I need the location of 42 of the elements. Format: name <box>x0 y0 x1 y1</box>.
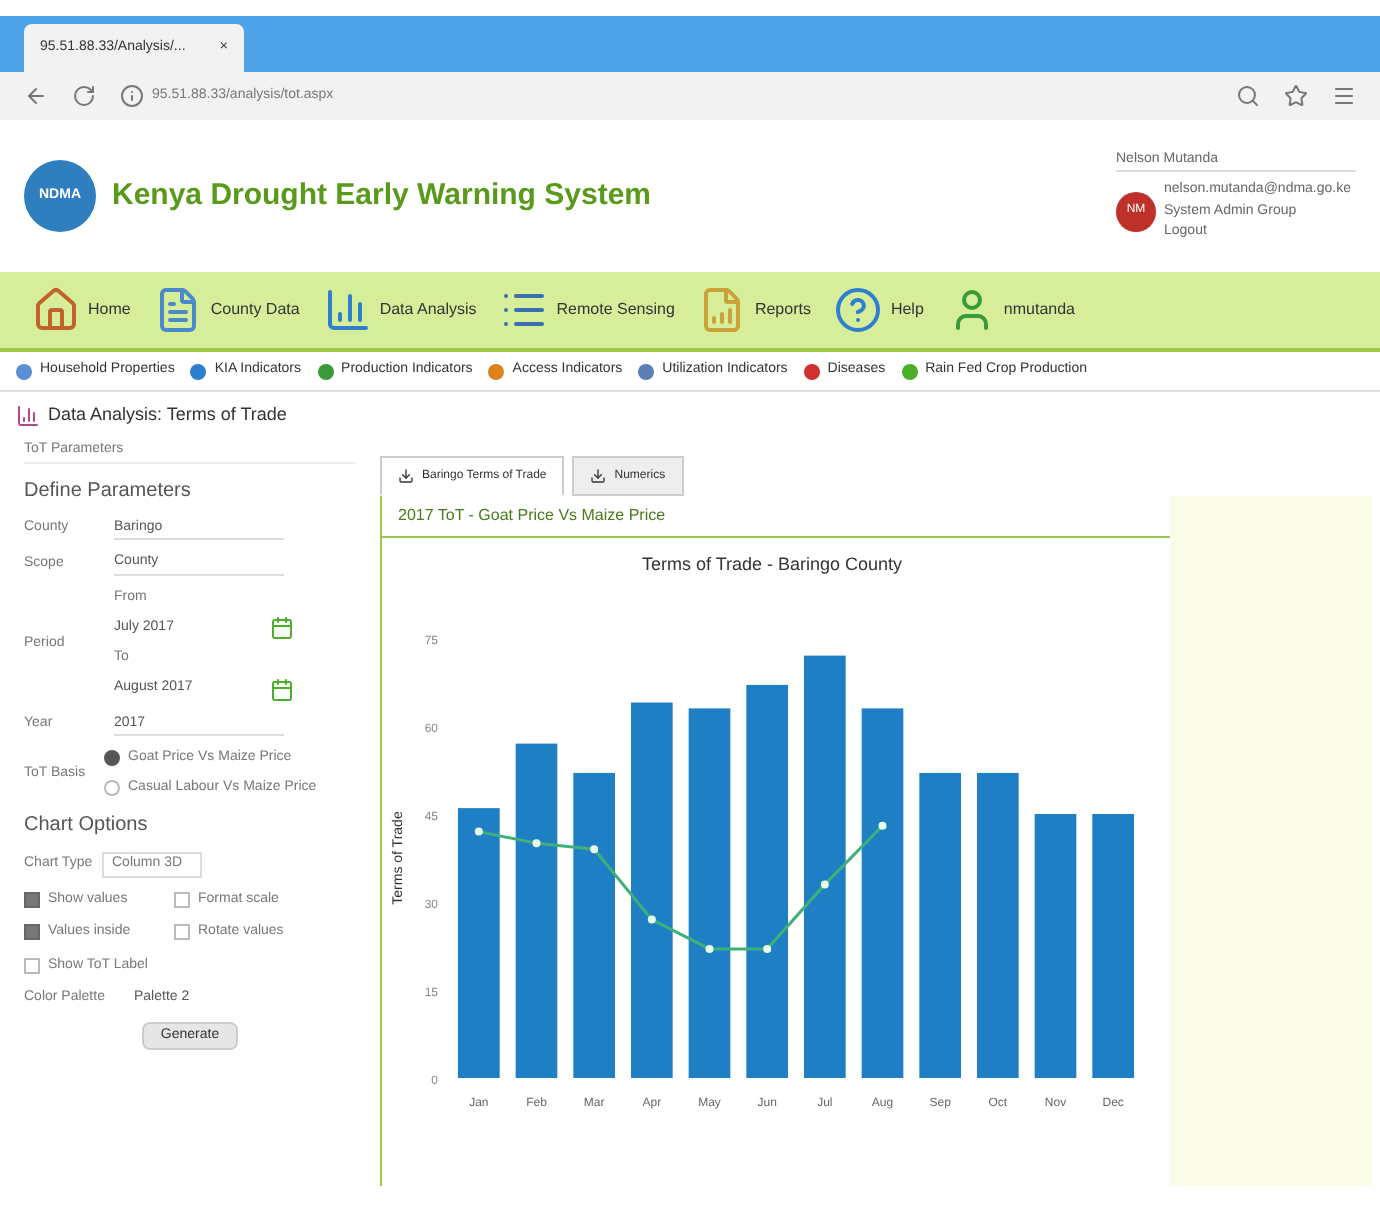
analysis-icon <box>16 404 40 428</box>
panel-title: 2017 ToT - Goat Price Vs Maize Price <box>382 496 1170 538</box>
site-title: Kenya Drought Early Warning System <box>112 175 652 216</box>
chart-title: Terms of Trade - Baringo County <box>641 554 903 574</box>
nav-item[interactable]: Reports <box>698 286 811 334</box>
star-icon[interactable] <box>1284 84 1308 108</box>
reload-icon[interactable] <box>72 84 96 108</box>
section-heading: Define Parameters <box>24 477 193 505</box>
info-icon <box>120 84 144 108</box>
data-point <box>705 944 714 953</box>
data-point <box>647 915 656 924</box>
menu-icon[interactable] <box>1332 84 1356 108</box>
help-icon <box>834 286 883 334</box>
search-icon[interactable] <box>1236 84 1260 108</box>
nav-item[interactable]: Home <box>32 286 131 334</box>
nav-item[interactable]: Help <box>834 286 924 334</box>
checkbox[interactable] <box>24 957 40 974</box>
tab-icon <box>590 468 607 484</box>
back-icon[interactable] <box>24 84 48 108</box>
nav-item[interactable]: Data Analysis <box>323 286 477 334</box>
nav-item[interactable]: nmutanda <box>947 286 1075 334</box>
checkbox[interactable] <box>174 924 190 941</box>
nav-item[interactable]: Remote Sensing <box>500 286 675 334</box>
checkbox[interactable] <box>24 891 40 908</box>
data-point <box>820 880 829 889</box>
calendar-icon[interactable] <box>270 616 294 640</box>
section-heading: Chart Options <box>24 812 150 840</box>
data-point <box>763 944 772 953</box>
data-point <box>532 839 541 848</box>
data-point <box>590 845 599 854</box>
checkbox[interactable] <box>174 891 190 908</box>
tab-icon <box>398 468 414 484</box>
radio-button[interactable] <box>104 750 120 767</box>
radio-button[interactable] <box>104 779 120 796</box>
data-point <box>878 821 887 830</box>
nav-item[interactable]: County Data <box>154 286 300 334</box>
page-title: Data Analysis: Terms of Trade <box>48 402 287 429</box>
house-icon <box>32 286 80 334</box>
data-point <box>474 827 483 836</box>
chart-icon <box>323 286 372 334</box>
checkbox[interactable] <box>24 924 40 941</box>
calendar-icon[interactable] <box>270 677 294 701</box>
